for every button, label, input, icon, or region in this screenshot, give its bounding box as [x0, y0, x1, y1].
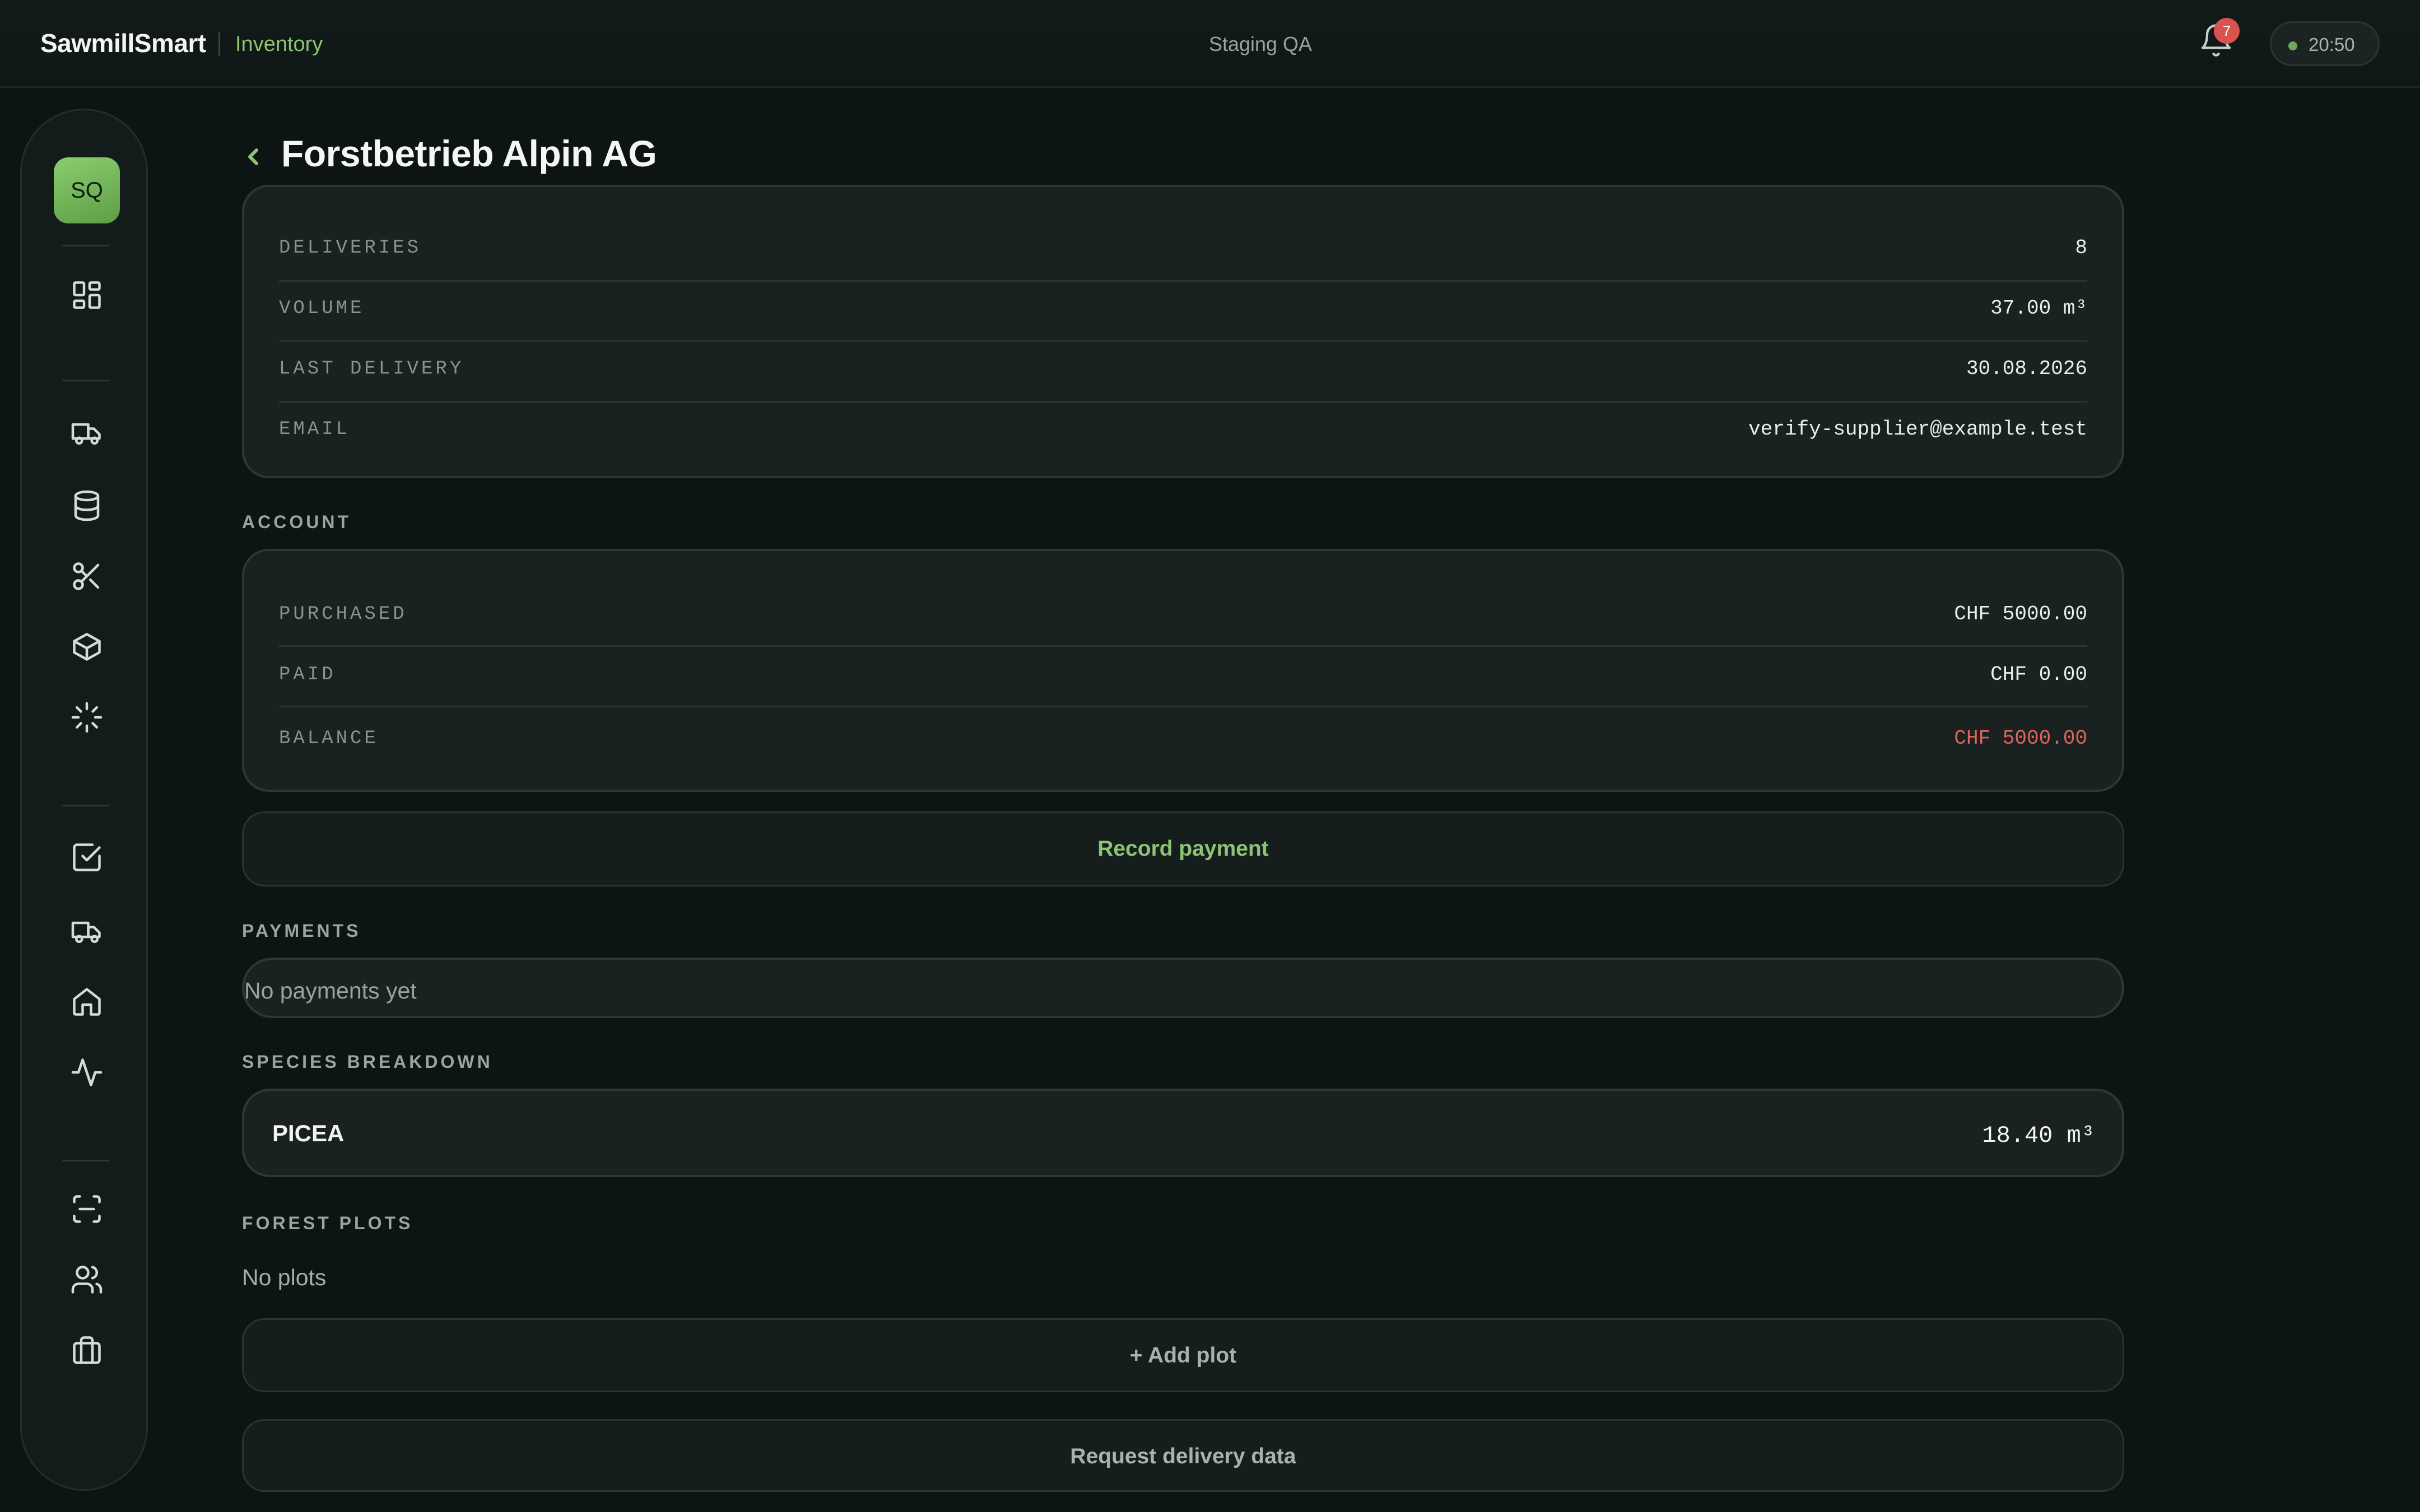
payments-empty-text: No payments yet: [244, 978, 417, 1004]
notification-badge: 7: [2214, 18, 2240, 44]
plots-empty-text: No plots: [242, 1264, 327, 1290]
clock-time: 20:50: [2309, 34, 2355, 55]
users-icon[interactable]: [69, 1262, 105, 1298]
account-heading: ACCOUNT: [242, 512, 351, 532]
row-label: BALANCE: [279, 728, 379, 749]
row-value: CHF 5000.00: [1954, 603, 2087, 626]
environment-label: Staging QA: [1208, 32, 1313, 55]
scan-icon[interactable]: [69, 1191, 105, 1227]
checkbox-icon[interactable]: [69, 839, 105, 875]
row-value: 30.08.2026: [1966, 357, 2087, 380]
sidebar-divider: [62, 1160, 109, 1161]
supplier-summary-card: DELIVERIES 8 VOLUME 37.00 m³ LAST DELIVE…: [242, 185, 2124, 478]
sidebar: SQ: [20, 109, 148, 1491]
row-value: 8: [2075, 236, 2087, 259]
row-label: LAST DELIVERY: [279, 358, 464, 380]
row-label: PAID: [279, 664, 336, 685]
loader-icon[interactable]: [69, 699, 105, 735]
species-volume: 18.40 m³: [1982, 1122, 2095, 1149]
forest-plots-heading: FOREST PLOTS: [242, 1213, 413, 1233]
sidebar-divider: [62, 245, 109, 246]
summary-row-email: EMAIL verify-supplier@example.test: [279, 398, 2087, 458]
briefcase-icon[interactable]: [69, 1332, 105, 1368]
sidebar-divider: [62, 380, 109, 381]
record-payment-button[interactable]: Record payment: [242, 811, 2124, 886]
truck-icon[interactable]: [69, 913, 105, 949]
request-delivery-data-button[interactable]: Request delivery data: [242, 1419, 2124, 1492]
species-name: PICEA: [272, 1120, 345, 1146]
back-chevron-icon[interactable]: [242, 140, 264, 174]
row-label: PURCHASED: [279, 604, 407, 625]
account-row-paid: PAID CHF 0.00: [279, 643, 2087, 703]
row-label: EMAIL: [279, 419, 351, 440]
species-heading: SPECIES BREAKDOWN: [242, 1052, 493, 1072]
top-bar: SawmillSmart Inventory Staging QA 7 20:5…: [0, 0, 2420, 88]
summary-row-deliveries: DELIVERIES 8: [279, 216, 2087, 277]
truck-icon[interactable]: [69, 415, 105, 451]
account-row-purchased: PURCHASED CHF 5000.00: [279, 582, 2087, 643]
row-value: CHF 0.00: [1990, 663, 2087, 686]
add-plot-button[interactable]: + Add plot: [242, 1318, 2124, 1392]
payments-empty-state: No payments yet: [242, 958, 2124, 1018]
balance-value: CHF 5000.00: [1954, 727, 2087, 750]
sidebar-divider: [62, 805, 109, 806]
row-label: DELIVERIES: [279, 237, 422, 259]
payments-heading: PAYMENTS: [242, 921, 361, 941]
status-clock-pill[interactable]: 20:50: [2270, 21, 2380, 66]
dashboard-icon[interactable]: [69, 277, 105, 313]
summary-row-last-delivery: LAST DELIVERY 30.08.2026: [279, 337, 2087, 398]
scissors-icon[interactable]: [69, 558, 105, 594]
account-card: PURCHASED CHF 5000.00 PAID CHF 0.00 BALA…: [242, 549, 2124, 792]
database-icon[interactable]: [69, 488, 105, 524]
account-row-balance: BALANCE CHF 5000.00: [279, 707, 2087, 767]
species-row[interactable]: PICEA 18.40 m³: [242, 1089, 2124, 1177]
home-icon[interactable]: [69, 984, 105, 1020]
summary-row-volume: VOLUME 37.00 m³: [279, 277, 2087, 337]
row-value[interactable]: verify-supplier@example.test: [1748, 418, 2087, 441]
page-title: Forstbetrieb Alpin AG: [281, 133, 657, 174]
activity-icon[interactable]: [69, 1054, 105, 1090]
row-label: VOLUME: [279, 298, 365, 319]
box-icon[interactable]: [69, 629, 105, 665]
avatar[interactable]: SQ: [54, 157, 120, 223]
row-value: 37.00 m³: [1990, 297, 2087, 320]
status-dot: [2288, 41, 2297, 50]
